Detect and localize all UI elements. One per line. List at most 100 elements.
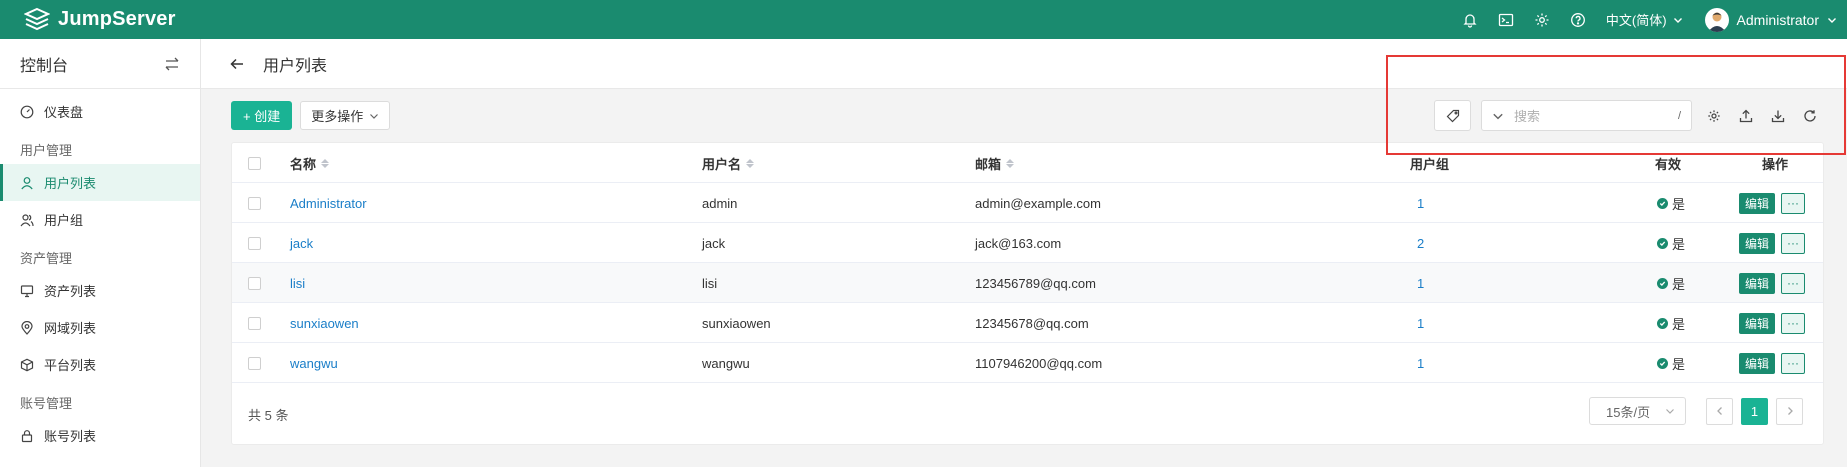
sidebar-item-label: 用户组 (44, 213, 84, 228)
edit-button[interactable]: 编辑 (1739, 352, 1776, 374)
sidebar-item-user-groups[interactable]: 用户组 (0, 201, 200, 238)
row-checkbox[interactable] (248, 356, 261, 370)
row-checkbox[interactable] (248, 196, 261, 210)
sidebar: 控制台 仪表盘 用户管理 用户列表 用户组 资产管理 资产列表 网域列表 平台列… (0, 39, 201, 467)
user-name-link[interactable]: lisi (290, 263, 305, 303)
column-header-name[interactable]: 名称 (290, 143, 330, 183)
valid-label: 是 (1672, 236, 1686, 252)
sidebar-item-dashboard[interactable]: 仪表盘 (0, 93, 200, 130)
user-name-link[interactable]: jack (290, 223, 313, 263)
language-label: 中文(简体) (1605, 13, 1667, 28)
more-row-actions-button[interactable]: ··· (1781, 272, 1806, 294)
column-header-email[interactable]: 邮箱 (975, 143, 1015, 183)
column-header-valid: 有效 (1655, 143, 1681, 183)
edit-button[interactable]: 编辑 (1739, 272, 1776, 294)
sidebar-item-label: 资产列表 (44, 284, 97, 299)
row-select-cell (248, 303, 261, 343)
gear-icon[interactable] (1524, 0, 1560, 39)
more-row-actions-button[interactable]: ··· (1781, 352, 1806, 374)
sidebar-item-platform-list[interactable]: 平台列表 (0, 346, 200, 383)
language-selector[interactable]: 中文(简体) (1606, 10, 1683, 29)
sort-icon[interactable] (321, 158, 330, 168)
more-actions-button[interactable]: 更多操作 (300, 101, 391, 130)
tag-filter-button[interactable] (1434, 100, 1471, 131)
more-actions-label: 更多操作 (311, 109, 364, 124)
sidebar-item-asset-list[interactable]: 资产列表 (0, 272, 200, 309)
user-menu[interactable]: Administrator (1704, 7, 1837, 32)
refresh-button[interactable] (1794, 100, 1826, 131)
page-size-select[interactable]: 15条/页 (1589, 397, 1686, 425)
row-select-cell (248, 183, 261, 223)
sort-icon[interactable] (1006, 158, 1015, 168)
group-count-link[interactable]: 1 (1417, 343, 1424, 383)
terminal-icon[interactable] (1488, 0, 1524, 39)
check-circle-icon (1657, 317, 1668, 329)
table-tools: 搜索 / (1434, 100, 1826, 131)
column-header-username[interactable]: 用户名 (702, 143, 755, 183)
back-arrow-icon[interactable] (229, 56, 245, 72)
group-count-link[interactable]: 2 (1417, 223, 1424, 263)
group-count-link[interactable]: 1 (1417, 183, 1424, 223)
row-checkbox[interactable] (248, 276, 261, 290)
page-header: 用户列表 (201, 39, 1847, 89)
sidebar-item-account-list[interactable]: 账号列表 (0, 417, 200, 454)
logo[interactable]: JumpServer (0, 7, 176, 33)
username-cell: lisi (702, 275, 718, 291)
create-button[interactable]: + 创建 (231, 101, 293, 130)
column-label: 用户名 (702, 156, 742, 172)
sidebar-item-domain-list[interactable]: 网域列表 (0, 309, 200, 346)
sort-icon[interactable] (746, 158, 755, 168)
chevron-down-icon[interactable] (1492, 110, 1504, 122)
valid-status: 是 (1657, 343, 1685, 383)
sidebar-item-label: 网域列表 (44, 321, 97, 336)
lock-icon (21, 429, 33, 442)
more-row-actions-button[interactable]: ··· (1781, 312, 1806, 334)
search-input[interactable]: 搜索 / (1481, 100, 1692, 131)
brand-name: JumpServer (58, 8, 176, 30)
email-cell: 1107946200@qq.com (975, 355, 1103, 371)
column-label: 用户组 (1410, 156, 1450, 172)
user-name-link[interactable]: Administrator (290, 183, 367, 223)
user-name-link[interactable]: wangwu (290, 343, 338, 383)
row-checkbox[interactable] (248, 236, 261, 250)
table-row: lisi lisi 123456789@qq.com 1 是 编辑 ··· (232, 263, 1823, 303)
table-row: Administrator admin admin@example.com 1 是 编辑 ·… (232, 183, 1823, 223)
users-icon (20, 213, 34, 226)
sidebar-header: 控制台 (0, 39, 200, 89)
chevron-down-icon (370, 113, 379, 119)
table-actions: + 创建 更多操作 (231, 101, 391, 130)
chevron-left-icon (1716, 407, 1722, 415)
tag-icon (1446, 109, 1459, 122)
switch-view-icon[interactable] (164, 56, 180, 72)
table-settings-button[interactable] (1698, 100, 1730, 131)
export-button[interactable] (1730, 100, 1762, 131)
chevron-right-icon (1787, 407, 1793, 415)
upload-icon (1739, 109, 1753, 122)
help-icon[interactable] (1560, 0, 1596, 39)
more-row-actions-button[interactable]: ··· (1781, 232, 1806, 254)
column-header-actions: 操作 (1762, 143, 1788, 183)
bell-icon[interactable] (1452, 0, 1488, 39)
row-checkbox[interactable] (248, 316, 261, 330)
select-all-checkbox[interactable] (248, 156, 261, 170)
edit-button[interactable]: 编辑 (1739, 192, 1776, 214)
sidebar-item-user-list[interactable]: 用户列表 (0, 164, 200, 201)
edit-button[interactable]: 编辑 (1739, 312, 1776, 334)
chevron-down-icon (1828, 17, 1836, 23)
user-name-link[interactable]: sunxiaowen (290, 303, 359, 343)
table-row: sunxiaowen sunxiaowen 12345678@qq.com 1 是 编辑 ·… (232, 303, 1823, 343)
prev-page-button[interactable] (1706, 397, 1733, 425)
valid-status: 是 (1657, 263, 1685, 303)
row-select-cell (248, 343, 261, 383)
group-count-link[interactable]: 1 (1417, 303, 1424, 343)
check-circle-icon (1657, 357, 1668, 369)
valid-label: 是 (1672, 316, 1686, 332)
more-row-actions-button[interactable]: ··· (1781, 192, 1806, 214)
username-cell: admin (702, 195, 738, 211)
next-page-button[interactable] (1776, 397, 1803, 425)
group-count-link[interactable]: 1 (1417, 263, 1424, 303)
edit-button[interactable]: 编辑 (1739, 232, 1776, 254)
top-header: JumpServer 中文(简体) Administrator (0, 0, 1847, 39)
page-number-current[interactable]: 1 (1741, 397, 1768, 425)
import-button[interactable] (1762, 100, 1794, 131)
